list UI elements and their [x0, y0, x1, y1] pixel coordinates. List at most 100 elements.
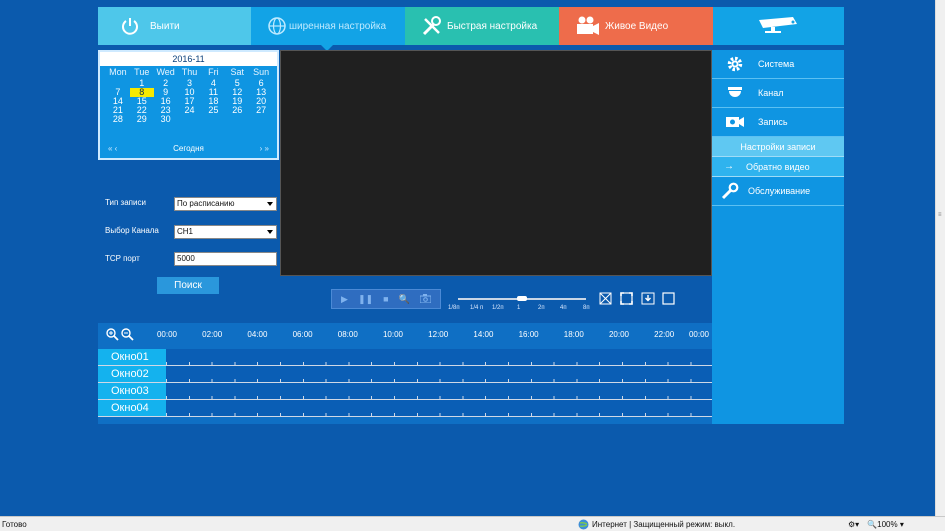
menu-item-system[interactable]: Система [712, 50, 844, 79]
timeline-zoom [106, 328, 134, 344]
calendar-day[interactable]: 30 [154, 115, 178, 124]
nav-quick[interactable]: Быстрая настройка [405, 7, 559, 45]
channel-value: CH1 [177, 227, 194, 236]
tools-icon [417, 15, 447, 37]
timeline-row[interactable]: Окно04 [98, 400, 712, 417]
search-button[interactable]: Поиск [157, 277, 219, 294]
nav-advanced-label: ширенная настройка [289, 20, 387, 32]
calendar-day[interactable]: 28 [106, 115, 130, 124]
speed-label: 1/2п [492, 305, 504, 311]
calendar-weekday: Wed [156, 67, 175, 77]
calendar-day[interactable]: 24 [178, 106, 202, 115]
calendar-next-button[interactable]: › » [260, 144, 269, 153]
timeline-hour: 08:00 [337, 330, 358, 339]
zoom-out-icon[interactable] [121, 328, 134, 344]
window-label[interactable]: Окно04 [98, 400, 166, 416]
menu-sub-record-settings[interactable]: Настройки записи [712, 137, 844, 157]
dropdown-arrow-icon [267, 202, 273, 206]
calendar-day[interactable]: 29 [130, 115, 154, 124]
zoom-in-icon[interactable] [106, 328, 119, 344]
calendar-day[interactable]: 26 [225, 106, 249, 115]
speed-label: 2п [538, 305, 545, 311]
video-viewport[interactable] [280, 50, 712, 276]
status-text: Готово [2, 519, 27, 529]
snapshot-icon[interactable] [419, 293, 432, 305]
timeline-ticks [166, 413, 712, 416]
zoom-level[interactable]: 🔍100% ▾ [867, 520, 904, 529]
menu-system-label: Система [758, 59, 795, 69]
scroll-grip-icon: ≡ [938, 212, 942, 218]
menu-channel-label: Канал [758, 88, 784, 98]
calendar-day[interactable]: 27 [249, 106, 273, 115]
calendar-weekday: Sat [230, 67, 244, 77]
timeline-row[interactable]: Окно02 [98, 366, 712, 383]
speed-slider-handle[interactable] [517, 296, 527, 301]
timeline-row[interactable]: Окно01 [98, 349, 712, 366]
calendar-month: 2016-11 [100, 52, 277, 66]
menu-record-label: Запись [758, 117, 788, 127]
channel-select[interactable]: CH1 [174, 225, 277, 239]
timeline-ticks [166, 362, 712, 365]
tcp-port-value: 5000 [177, 254, 195, 263]
side-menu: Система Канал Запись Настройки записи → … [712, 50, 844, 424]
calendar-weekday: Sun [253, 67, 270, 77]
gear-icon [712, 55, 758, 73]
menu-item-record[interactable]: Запись [712, 108, 844, 137]
view-tools [598, 291, 676, 305]
speed-label: 1 [517, 305, 521, 311]
nav-exit-label: Выити [150, 20, 180, 32]
timeline-hour: 00:00 [688, 330, 710, 339]
download-icon[interactable] [640, 291, 655, 305]
security-zone-label: Интернет | Защищенный режим: выкл. [592, 519, 736, 529]
window-label[interactable]: Окно02 [98, 366, 166, 382]
status-bar: Готово Интернет | Защищенный режим: выкл… [0, 516, 945, 531]
nav-live[interactable]: Живое Видео [559, 7, 713, 45]
brand-logo [713, 7, 844, 45]
timeline-hour: 10:00 [382, 330, 404, 339]
window-label[interactable]: Окно01 [98, 349, 166, 365]
calendar-empty [225, 115, 249, 124]
menu-item-maintenance[interactable]: Обслуживание [712, 177, 844, 206]
security-zone: Интернет | Защищенный режим: выкл. [578, 519, 848, 530]
wrench-icon [712, 182, 748, 200]
timeline-hour: 02:00 [202, 330, 223, 339]
calendar-day[interactable]: 25 [201, 106, 225, 115]
calendar-empty [178, 115, 202, 124]
single-view-icon[interactable] [661, 291, 676, 305]
globe-icon [578, 519, 589, 529]
vertical-scrollbar[interactable]: ≡ [935, 0, 945, 516]
menu-sub-playback[interactable]: → Обратно видео [712, 157, 844, 177]
record-type-select[interactable]: По расписанию [174, 197, 277, 211]
play-icon[interactable]: ▶ [341, 294, 348, 305]
calendar-prev-button[interactable]: « ‹ [108, 144, 117, 153]
pause-icon[interactable]: ❚❚ [358, 294, 373, 305]
calendar-weekday: Mon [109, 67, 127, 77]
nav-exit[interactable]: Выити [98, 7, 251, 45]
calendar: 2016-11 Mon Tue Wed Thu Fri Sat Sun 1 2 3 4 5 6 7 8 9 10… [98, 50, 279, 160]
globe-icon [265, 16, 289, 36]
calendar-today-button[interactable]: Сегодня [173, 144, 204, 153]
calendar-weekday: Fri [208, 67, 219, 77]
protected-mode-icon[interactable]: ⚙▾ [848, 520, 859, 529]
dome-camera-icon [712, 84, 758, 102]
speed-label: 4п [560, 305, 567, 311]
timeline-row[interactable]: Окно03 [98, 383, 712, 400]
menu-item-channel[interactable]: Канал [712, 79, 844, 108]
video-camera-icon [571, 15, 605, 37]
nav-advanced[interactable]: ширенная настройка [251, 7, 405, 51]
stop-icon[interactable]: ■ [383, 294, 388, 304]
timeline-hour: 06:00 [292, 330, 313, 339]
menu-maintenance-label: Обслуживание [748, 186, 811, 196]
arrow-right-icon: → [724, 161, 734, 172]
timeline-hour: 22:00 [654, 330, 675, 339]
fullscreen-icon[interactable] [619, 291, 634, 305]
nav-quick-label: Быстрая настройка [447, 20, 538, 32]
top-nav: Выити ширенная настройка Быстрая настрой… [98, 7, 844, 51]
zoom-icon[interactable]: 🔍 [399, 294, 410, 305]
speed-label: 1/4 п [470, 305, 484, 311]
status-right: ⚙▾ 🔍100% ▾ [848, 520, 904, 529]
close-all-icon[interactable] [598, 291, 613, 305]
tcp-port-input[interactable]: 5000 [174, 252, 277, 266]
window-label[interactable]: Окно03 [98, 383, 166, 399]
timeline: 00:00 02:00 04:00 06:00 08:00 10:00 12:00 14:00… [98, 323, 712, 424]
